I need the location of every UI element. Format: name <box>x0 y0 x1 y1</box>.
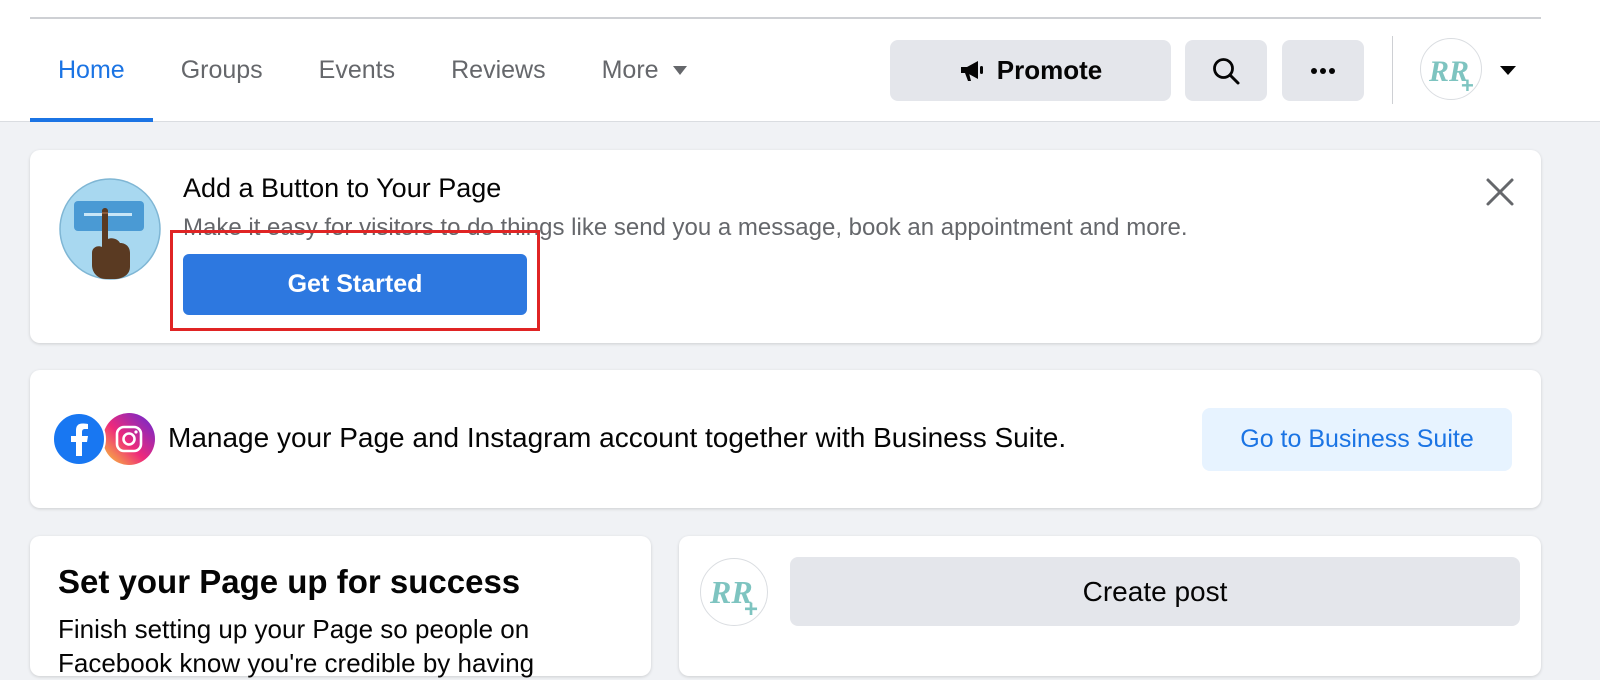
add-button-title: Add a Button to Your Page <box>183 173 502 203</box>
post-avatar[interactable]: RR + <box>700 558 768 626</box>
avatar-logo-icon: RR + <box>1428 55 1474 98</box>
promote-button[interactable]: Promote <box>890 40 1171 101</box>
create-post-button[interactable]: Create post <box>790 557 1520 626</box>
more-options-button[interactable] <box>1282 40 1364 101</box>
tab-groups-label: Groups <box>180 56 263 84</box>
avatar-logo-icon: RR + <box>709 574 758 623</box>
suite-icons <box>52 412 156 466</box>
tab-groups[interactable]: Groups <box>153 19 291 122</box>
business-suite-text: Manage your Page and Instagram account t… <box>168 422 1067 453</box>
create-post-card: RR + Create post <box>679 536 1541 676</box>
svg-text:+: + <box>744 596 758 623</box>
success-description: Finish setting up your Page so people on… <box>58 614 535 678</box>
close-icon[interactable] <box>1480 172 1520 212</box>
promote-label: Promote <box>996 55 1103 85</box>
page-nav-bar: Home Groups Events Reviews More Promote … <box>0 0 1600 122</box>
tab-more-label: More <box>601 56 659 84</box>
success-title: Set your Page up for success <box>58 563 521 600</box>
page-tabs: Home Groups Events Reviews More <box>30 19 715 122</box>
business-suite-card: Manage your Page and Instagram account t… <box>30 370 1541 508</box>
tab-events[interactable]: Events <box>291 19 423 122</box>
pointing-hand-illustration <box>58 177 162 286</box>
tab-reviews-label: Reviews <box>451 56 546 84</box>
instagram-icon <box>103 413 155 465</box>
svg-text:+: + <box>1461 73 1474 98</box>
tab-reviews[interactable]: Reviews <box>423 19 573 122</box>
tab-events-label: Events <box>318 56 396 84</box>
add-button-description: Make it easy for visitors to do things l… <box>183 214 1188 241</box>
caret-down-icon <box>672 66 687 75</box>
account-caret-icon[interactable] <box>1500 66 1516 75</box>
megaphone-icon <box>960 60 983 81</box>
tab-home[interactable]: Home <box>30 19 153 122</box>
tab-more[interactable]: More <box>574 19 715 122</box>
page-avatar[interactable]: RR + <box>1420 38 1482 100</box>
get-started-button[interactable]: Get Started <box>183 254 527 315</box>
go-to-business-suite-button[interactable]: Go to Business Suite <box>1202 408 1512 471</box>
nav-vertical-divider <box>1392 36 1393 104</box>
page-success-card: Set your Page up for success Finish sett… <box>30 536 651 678</box>
tab-home-label: Home <box>58 56 125 84</box>
search-button[interactable] <box>1185 40 1267 101</box>
search-icon <box>1213 57 1240 84</box>
ellipsis-icon <box>1311 67 1335 74</box>
add-button-card: Add a Button to Your Page Make it easy f… <box>30 150 1541 343</box>
